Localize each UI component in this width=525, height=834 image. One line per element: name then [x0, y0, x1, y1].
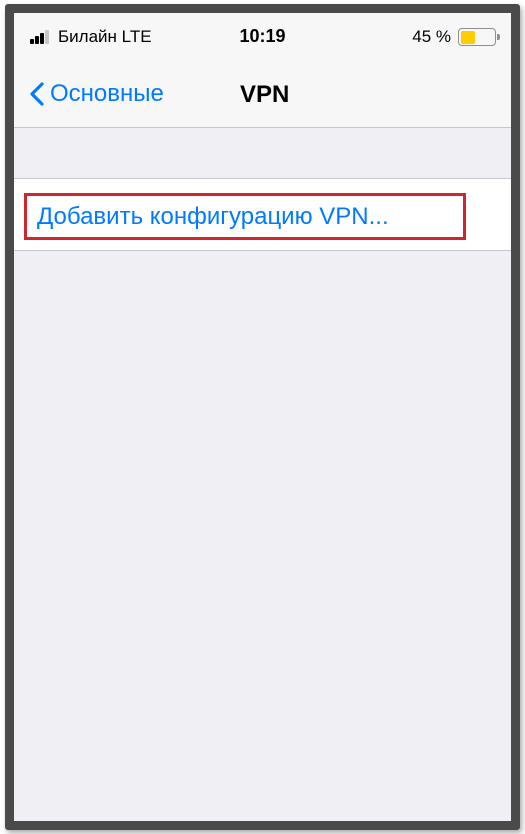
page-title: VPN [240, 81, 290, 108]
top-bar: Билайн LTE 10:19 45 % Основные VPN [14, 13, 511, 128]
phone-screen-frame: Билайн LTE 10:19 45 % Основные VPN Добав… [5, 4, 520, 830]
add-vpn-configuration-cell[interactable]: Добавить конфигурацию VPN... [14, 178, 511, 251]
chevron-left-icon [30, 82, 44, 106]
add-vpn-configuration-label[interactable]: Добавить конфигурацию VPN... [37, 203, 389, 231]
battery-tip [497, 34, 500, 40]
navigation-bar: Основные VPN [14, 61, 511, 127]
back-button[interactable]: Основные [30, 79, 164, 109]
battery-fill [460, 30, 476, 44]
section-spacer [14, 128, 511, 178]
status-bar: Билайн LTE 10:19 45 % [14, 13, 511, 61]
back-button-label: Основные [50, 80, 164, 107]
battery-percent: 45 % [412, 27, 451, 46]
battery-icon [458, 28, 496, 46]
